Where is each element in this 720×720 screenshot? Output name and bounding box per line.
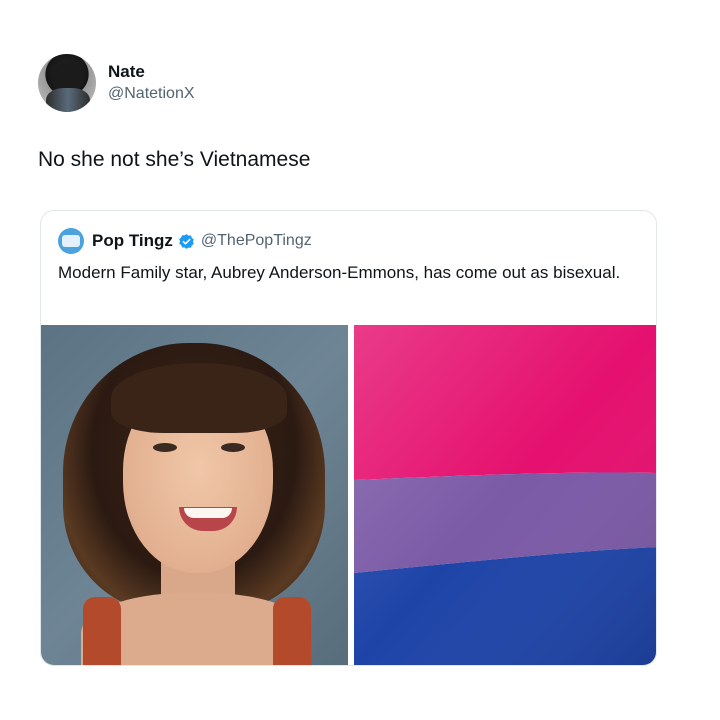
photo-eye-right — [221, 443, 245, 452]
bisexual-pride-flag-photo[interactable] — [354, 325, 656, 665]
author-avatar[interactable] — [38, 54, 96, 112]
quoted-tweet[interactable]: Pop Tingz @ThePopTingz Modern Family sta… — [40, 210, 657, 666]
avatar-logo-shape — [62, 235, 80, 247]
photo-bangs-shape — [111, 363, 287, 433]
photo-strap-left — [83, 597, 121, 665]
quoted-tweet-text: Modern Family star, Aubrey Anderson-Emmo… — [58, 263, 621, 282]
author-display-name[interactable]: Nate — [108, 62, 195, 82]
photo-strap-right — [273, 597, 311, 665]
avatar-body-shape — [46, 88, 90, 112]
photo-eye-left — [153, 443, 177, 452]
quoted-author-avatar[interactable] — [58, 228, 84, 254]
flag-sheen — [354, 325, 656, 665]
flag-graphic — [354, 325, 656, 665]
author-handle[interactable]: @NatetionX — [108, 84, 195, 104]
quoted-author-handle[interactable]: @ThePopTingz — [201, 232, 312, 250]
portrait-photo[interactable] — [41, 325, 348, 665]
verified-badge-icon — [179, 233, 194, 249]
photo-teeth — [184, 508, 232, 518]
author-names: Nate @NatetionX — [108, 62, 195, 104]
quoted-author-display-name[interactable]: Pop Tingz — [92, 231, 173, 251]
tweet-header: Nate @NatetionX — [38, 54, 195, 112]
quoted-tweet-media — [41, 325, 656, 665]
tweet-card: Nate @NatetionX No she not she’s Vietnam… — [0, 0, 720, 720]
tweet-text: No she not she’s Vietnamese — [38, 148, 311, 171]
quoted-tweet-header: Pop Tingz @ThePopTingz — [58, 228, 312, 254]
